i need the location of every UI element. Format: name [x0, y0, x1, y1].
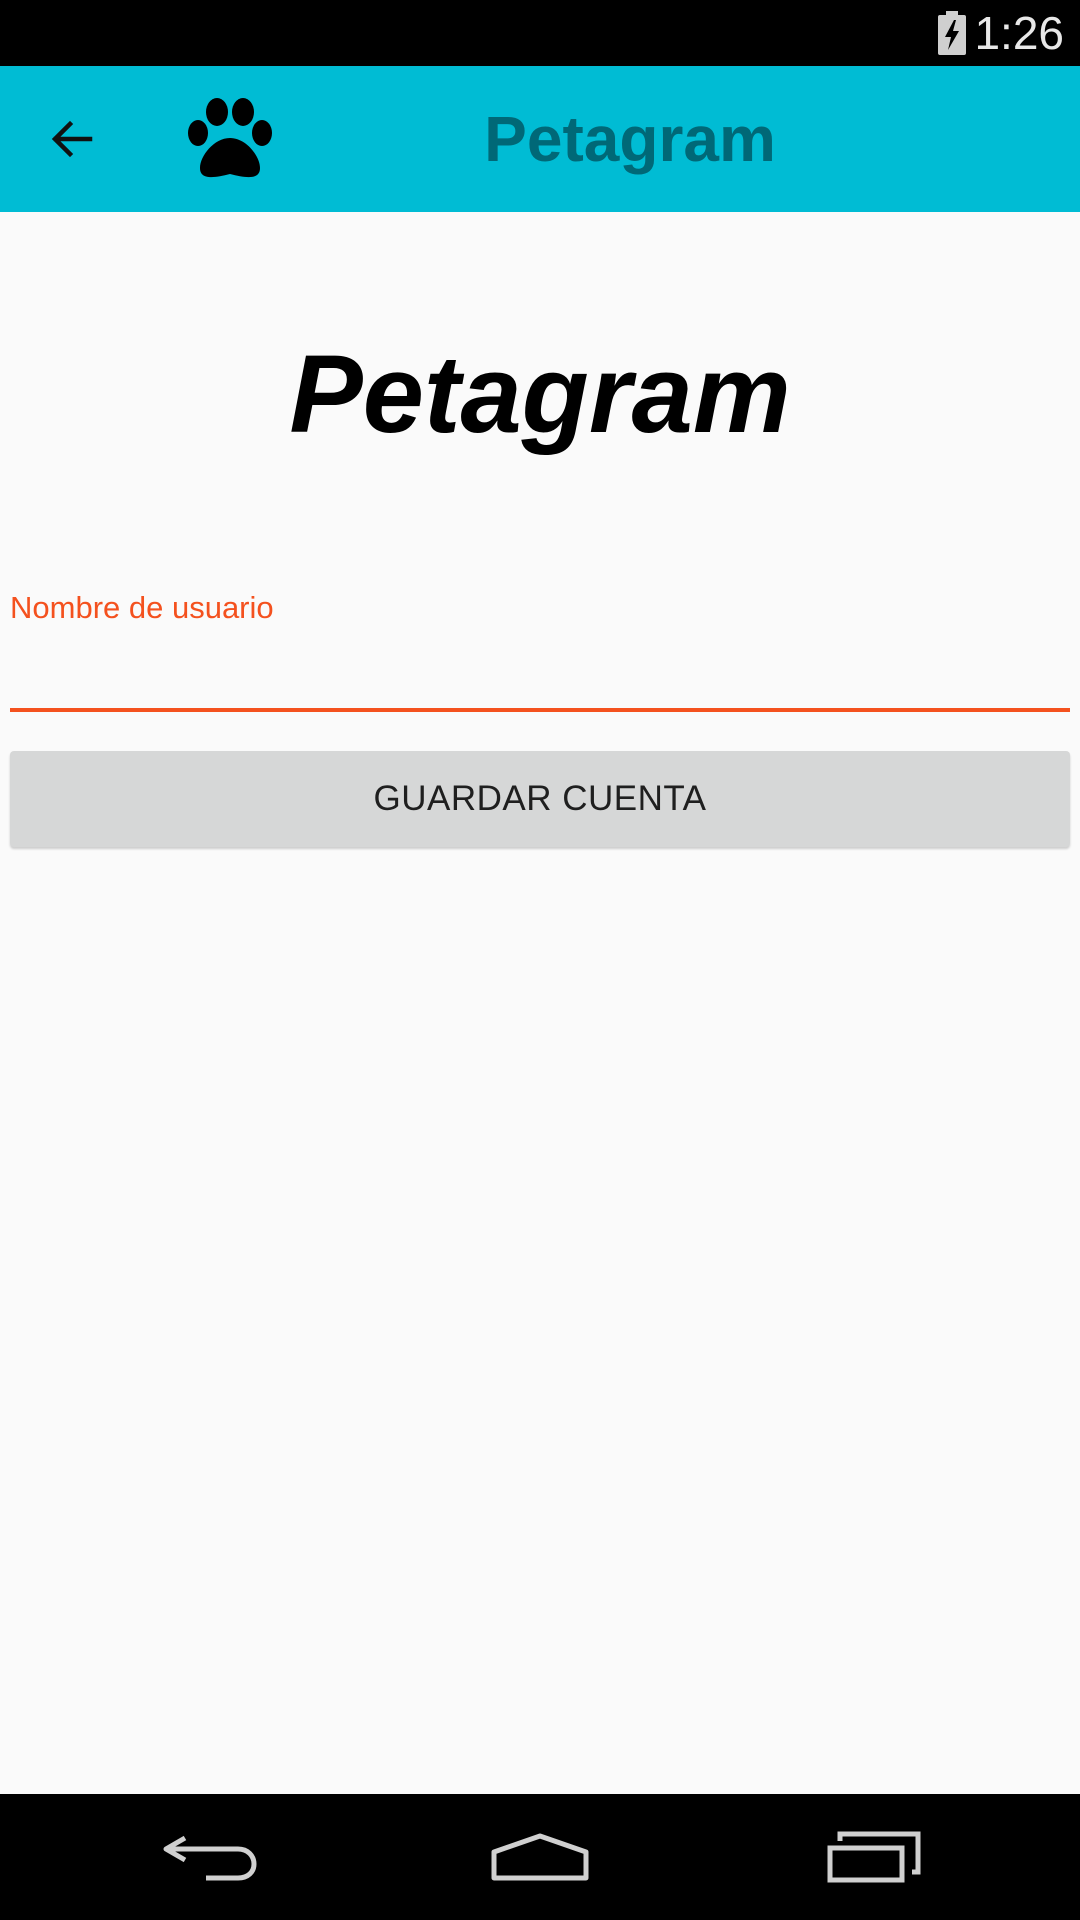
- status-clock: 1:26: [974, 7, 1064, 59]
- brand-title: Petagram: [289, 333, 791, 456]
- nav-back-icon[interactable]: [150, 1814, 270, 1900]
- nav-recents-icon[interactable]: [810, 1814, 930, 1900]
- back-button[interactable]: [30, 97, 114, 181]
- username-label: Nombre de usuario: [10, 590, 274, 625]
- username-input[interactable]: [10, 636, 1070, 712]
- toolbar-title: Petagram: [484, 103, 776, 175]
- nav-home-icon[interactable]: [480, 1814, 600, 1900]
- battery-charging-icon: [938, 11, 966, 55]
- paw-icon: [188, 98, 272, 178]
- arrow-back-icon: [51, 120, 93, 158]
- screen: 1:26 Petagram Petagram Nombre de usuario…: [0, 0, 1080, 1920]
- save-account-button[interactable]: GUARDAR CUENTA: [10, 751, 1070, 847]
- navigation-bar: [0, 1794, 1080, 1920]
- app-toolbar: Petagram: [0, 66, 1080, 212]
- status-bar: 1:26: [0, 0, 1080, 66]
